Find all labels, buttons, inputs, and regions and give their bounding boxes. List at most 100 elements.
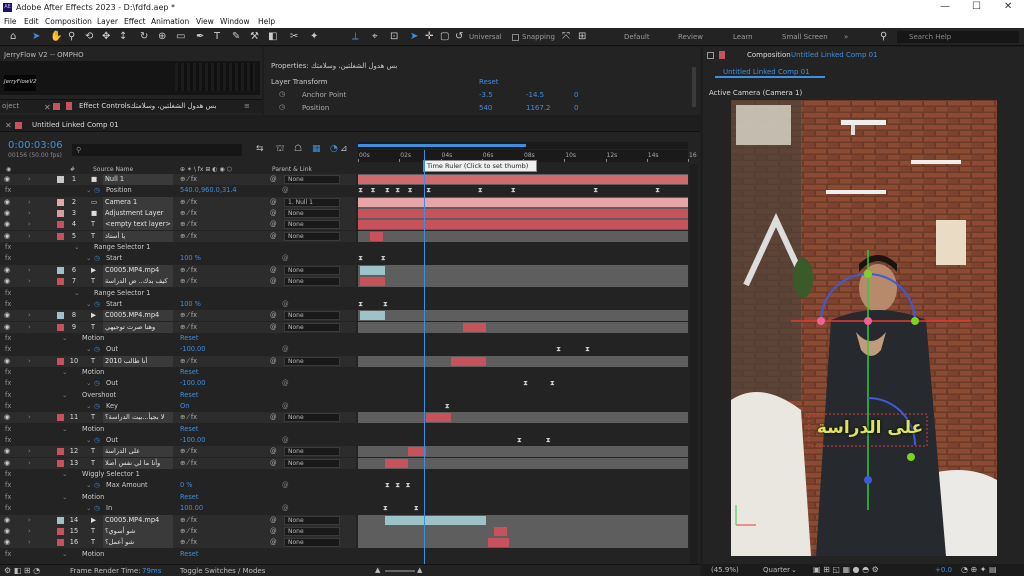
keyframe-marker[interactable]: ⧗ [383,300,388,309]
expression-pickwhip-icon[interactable]: @ [282,344,289,355]
keyframe-marker[interactable]: ⧗ [395,481,400,490]
expand-toggle-icon[interactable]: ⌄ [74,242,80,253]
scale-3d-icon[interactable]: ▢ [440,31,449,42]
keyframe-marker[interactable]: ⧗ [395,186,400,195]
layer-label-color[interactable] [57,448,64,456]
keyframe-marker[interactable]: ⧗ [517,436,522,445]
layer-name[interactable]: أنا طالب 2010 [103,355,173,367]
keyframe-marker[interactable]: ⧗ [426,186,431,195]
layer-label-color[interactable] [57,210,64,218]
expand-toggle-icon[interactable]: › [28,265,31,276]
stopwatch-icon[interactable]: ◷ [94,401,100,412]
playhead[interactable] [424,150,425,564]
layer-switches-icon[interactable]: ⊕ ⁄ fx [180,446,197,457]
anchor-x-value[interactable]: -3.5 [479,91,493,99]
timeline-tab[interactable]: Untitled Linked Comp 01 [32,121,119,129]
visibility-eye-icon[interactable]: ◉ [4,197,10,208]
parent-dropdown[interactable]: None [284,231,340,241]
keyframe-marker[interactable]: ⧗ [408,186,413,195]
pan-behind-icon[interactable]: ⊕ [158,31,166,42]
parent-dropdown[interactable]: None [284,311,340,321]
parent-dropdown[interactable]: None [284,447,340,457]
stopwatch-icon[interactable]: ◷ [279,103,285,111]
layer-label-color[interactable] [57,527,64,535]
expand-toggle-icon[interactable]: › [28,537,31,548]
keyframe-marker[interactable]: ⧗ [478,186,483,195]
expand-toggle-icon[interactable]: › [28,356,31,367]
menu-effect[interactable]: Effect [124,17,146,26]
layer-switches-icon[interactable]: ⊕ ⁄ fx [180,276,197,287]
composition-header-name[interactable]: Untitled Linked Comp 01 [791,51,878,59]
stopwatch-icon[interactable]: ◷ [94,503,100,514]
selection-3d-icon[interactable]: ➤ [410,31,418,42]
workspace-learn[interactable]: Learn [733,33,753,41]
layer-switches-icon[interactable]: ⊕ ⁄ fx [180,458,197,469]
workspace-small-screen[interactable]: Small Screen [782,33,828,41]
orbit-camera-icon[interactable]: ⟲ [85,31,93,42]
keyframe-marker[interactable]: ⧗ [445,402,450,411]
stopwatch-icon[interactable]: ◷ [94,344,100,355]
expand-toggle-icon[interactable]: ⌄ [86,401,92,412]
snap-grid-icon[interactable]: ⊞ [578,31,586,42]
stopwatch-icon[interactable]: ◷ [94,299,100,310]
layer-duration-bar[interactable] [358,175,688,184]
rotate-3d-icon[interactable]: ↺ [455,31,463,42]
layer-name[interactable]: على الدراسة [103,446,173,458]
eraser-tool-icon[interactable]: ◧ [268,31,277,42]
close-panel-icon[interactable] [707,52,714,59]
layer-row[interactable]: ◉ › 5 T يا أستاذ ⊕ ⁄ fx @ None [0,230,356,242]
layer-duration-bar[interactable] [358,209,688,219]
visibility-eye-icon[interactable]: ◉ [4,458,10,469]
pickwhip-icon[interactable]: @ [270,310,277,321]
layer-row[interactable]: ◉ › 10 T أنا طالب 2010 ⊕ ⁄ fx @ None [0,355,356,367]
keyframe-marker[interactable]: ⧗ [550,379,555,388]
keyframe-marker[interactable]: ⧗ [556,345,561,354]
pickwhip-icon[interactable]: @ [270,265,277,276]
reset-transform-link[interactable]: Reset [479,78,499,86]
pickwhip-icon[interactable]: @ [270,526,277,537]
zoom-out-icon[interactable]: ▲ [375,566,380,574]
zoom-tool-icon[interactable]: ⚲ [68,31,75,42]
view-axis-icon[interactable]: ⊡ [390,31,398,42]
layer-duration-bar[interactable] [463,322,486,332]
roto-brush-icon[interactable]: ✂ [290,31,298,42]
expand-toggle-icon[interactable]: ⌄ [86,378,92,389]
expand-toggle-icon[interactable]: › [28,231,31,242]
stopwatch-icon[interactable]: ◷ [94,378,100,389]
layer-name[interactable]: C0005.MP4.mp4 [103,264,173,276]
keyframe-marker[interactable]: ⧗ [511,186,516,195]
layer-duration-bar[interactable] [370,231,383,241]
world-axis-icon[interactable]: ⌖ [372,31,378,42]
position-z-value[interactable]: 0 [574,104,578,112]
layer-row[interactable]: ◉ › 2 ▭ Camera 1 ⊕ ⁄ fx @1. Null 1 [0,196,356,208]
property-value[interactable]: Reset [180,492,198,503]
pickwhip-icon[interactable]: @ [270,515,277,526]
visibility-eye-icon[interactable]: ◉ [4,231,10,242]
expression-pickwhip-icon[interactable]: @ [282,299,289,310]
visibility-eye-icon[interactable]: ◉ [4,412,10,423]
workspace-review[interactable]: Review [678,33,703,41]
parent-dropdown[interactable]: None [284,515,340,525]
pickwhip-icon[interactable]: @ [270,537,277,548]
layer-switches-icon[interactable]: ⊕ ⁄ fx [180,537,197,548]
keyframe-marker[interactable]: ⧗ [406,481,411,490]
keyframe-marker[interactable]: ⧗ [370,186,375,195]
layer-switches-icon[interactable]: ⊕ ⁄ fx [180,219,197,230]
expand-toggle-icon[interactable]: › [28,276,31,287]
layer-name[interactable]: شو أسوي؟ [103,525,173,537]
property-value[interactable]: 540.0,960.0,31.4 [180,185,237,196]
local-axis-icon[interactable]: ⟂ [352,31,359,42]
minimize-icon[interactable]: — [940,1,950,12]
pickwhip-icon[interactable]: @ [270,458,277,469]
keyframe-marker[interactable]: ⧗ [414,504,419,513]
expression-pickwhip-icon[interactable]: @ [282,401,289,412]
property-value[interactable]: 0 % [180,480,193,491]
layer-label-color[interactable] [57,459,64,467]
zoom-in-icon[interactable]: ▲ [417,566,422,574]
home-icon[interactable]: ⌂ [10,31,16,42]
expression-pickwhip-icon[interactable]: @ [282,185,289,196]
pickwhip-icon[interactable]: @ [270,208,277,219]
frame-blending-icon[interactable]: ▦ [312,144,321,154]
property-value[interactable]: -100.00 [180,435,205,446]
visibility-eye-icon[interactable]: ◉ [4,219,10,230]
